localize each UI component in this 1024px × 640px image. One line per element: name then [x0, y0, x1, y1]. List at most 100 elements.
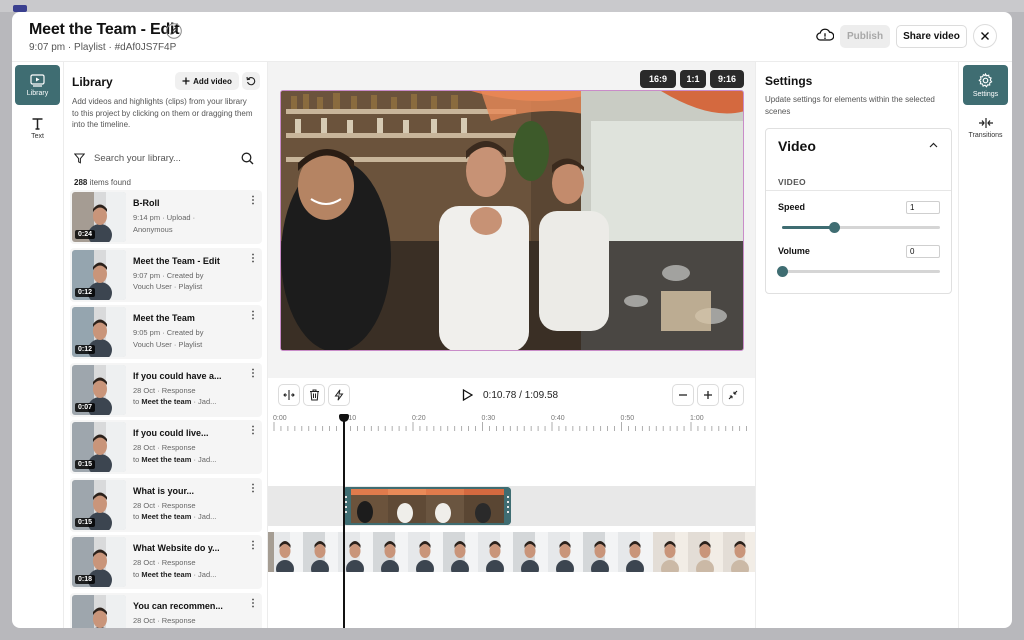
clip-duration: 0:12 [75, 345, 96, 354]
rail-item-transitions[interactable]: Transitions [963, 108, 1008, 148]
clip-project-link[interactable]: Meet the team [141, 455, 191, 464]
plus-icon [704, 391, 712, 399]
speed-input[interactable] [906, 201, 940, 214]
clip-filmstrip [343, 487, 511, 525]
library-panel: Library Add video Add videos and highlig… [64, 62, 268, 628]
filter-icon[interactable] [74, 153, 85, 164]
ruler-label: 0:20 [412, 415, 426, 422]
refresh-button[interactable] [242, 72, 260, 90]
more-options-icon[interactable]: ⋮ [248, 253, 258, 263]
clip-project-link[interactable]: Meet the team [141, 627, 191, 628]
library-clip-item[interactable]: 0:07 If you could have a... 28 Oct · Res… [70, 362, 262, 417]
clip-meta: 9:14 pm · Upload · Anonymous [133, 212, 237, 235]
speed-slider-fill [782, 226, 835, 229]
clip-project-link[interactable]: Meet the team [141, 512, 191, 521]
speed-slider-knob[interactable] [828, 222, 840, 233]
clip-meta: 9:05 pm · Created by Vouch User · Playlis… [133, 327, 237, 350]
clip-meta-line2: Vouch User · Playlist [133, 282, 203, 291]
rail-item-text[interactable]: Text [15, 108, 60, 148]
clip-title: What is your... [133, 485, 195, 496]
rail-label-text: Text [31, 132, 44, 140]
fit-button[interactable] [722, 384, 744, 406]
chevron-up-icon[interactable] [929, 142, 938, 148]
clip-project-link[interactable]: Meet the team [141, 397, 191, 406]
delete-button[interactable] [303, 384, 325, 406]
clip-thumbnail: 0:18 [72, 537, 126, 587]
more-options-icon[interactable]: ⋮ [248, 483, 258, 493]
clip-meta-line1: 9:05 pm · Created by [133, 328, 204, 337]
background-logo [13, 5, 27, 12]
more-options-icon[interactable]: ⋮ [248, 196, 258, 206]
clip-project-link[interactable]: Meet the team [141, 570, 191, 579]
clip-meta-line1: 28 Oct · Response [133, 615, 196, 625]
video-settings-card: Video VIDEO Speed Volume [765, 128, 952, 294]
library-clip-item[interactable]: 0:12 Meet the Team - Edit 9:07 pm · Crea… [70, 247, 262, 302]
clip-meta-line2: Vouch User · Playlist [133, 339, 203, 349]
more-options-icon[interactable]: ⋮ [248, 368, 258, 378]
library-clip-item[interactable]: 0:12 Meet the Team 9:05 pm · Created by V… [70, 305, 262, 359]
publish-button[interactable]: Publish [840, 25, 890, 48]
speed-label: Speed [778, 202, 806, 212]
split-button[interactable] [278, 384, 300, 406]
clip-title: Meet the Team [133, 313, 195, 323]
more-options-icon[interactable]: ⋮ [248, 311, 258, 321]
clip-meta-line1: 28 Oct · Response [133, 443, 196, 452]
play-icon[interactable] [462, 389, 473, 401]
video-track-filmstrip [268, 532, 755, 572]
items-count: 288 [74, 178, 88, 187]
more-options-icon[interactable]: ⋮ [248, 598, 258, 608]
clip-duration: 0:24 [75, 230, 96, 239]
library-clip-item[interactable]: 0:15 If you could live... 28 Oct · Respo… [70, 420, 262, 474]
clip-meta-suffix: · Jad... [191, 454, 217, 464]
clip-meta-suffix: · Jad... [191, 397, 217, 406]
library-clip-item[interactable]: 0:18 What Website do y... 28 Oct · Respo… [70, 535, 262, 589]
pencil-icon[interactable] [166, 23, 182, 39]
more-options-icon[interactable]: ⋮ [248, 426, 258, 436]
zoom-in-button[interactable] [697, 384, 719, 406]
clip-duration: 0:07 [75, 402, 96, 412]
clip-thumbnail: 0:07 [72, 364, 126, 415]
editor-modal: Meet the Team - Edit 9:07 pm · Playlist … [12, 12, 1012, 628]
volume-slider-knob[interactable] [776, 266, 788, 277]
close-button[interactable] [973, 24, 997, 48]
share-video-button[interactable]: Share video [896, 25, 967, 48]
clip-duration: 0:18 [75, 575, 96, 584]
volume-slider[interactable] [776, 266, 940, 277]
clip-title: B-Roll [133, 198, 160, 208]
modal-header: Meet the Team - Edit 9:07 pm · Playlist … [12, 12, 1012, 62]
rail-label-settings: Settings [972, 90, 999, 98]
main-video-track[interactable] [268, 532, 755, 572]
library-clip-item[interactable]: You can recommen... 28 Oct · Responseto … [70, 592, 262, 628]
rail-item-settings[interactable]: Settings [963, 65, 1008, 105]
clip-meta: 28 Oct · Responseto Meet the team · Jad.… [133, 385, 237, 408]
scene-track[interactable] [268, 486, 755, 526]
background-app-bar [0, 0, 1024, 12]
cloud-warning-icon[interactable] [816, 27, 835, 43]
playhead[interactable] [343, 418, 345, 628]
add-video-label: Add video [193, 76, 232, 86]
aspect-9-16-button[interactable]: 9:16 [710, 70, 744, 88]
settings-panel: Settings Update settings for elements wi… [755, 62, 959, 628]
magic-button[interactable] [328, 384, 350, 406]
page-title: Meet the Team - Edit [29, 21, 180, 38]
zoom-out-button[interactable] [672, 384, 694, 406]
volume-input[interactable] [906, 245, 940, 258]
aspect-1-1-button[interactable]: 1:1 [680, 70, 706, 88]
library-clip-item[interactable]: 0:15 What is your... 28 Oct · Response to… [70, 477, 262, 532]
library-clip-item[interactable]: 0:24 B-Roll 9:14 pm · Upload · Anonymous … [70, 190, 262, 244]
speed-slider[interactable] [782, 222, 940, 233]
clip-meta-suffix: · Jad... [191, 569, 217, 579]
clip-meta-line1: 28 Oct · Response [133, 500, 196, 510]
more-options-icon[interactable]: ⋮ [248, 541, 258, 551]
video-preview[interactable] [280, 90, 744, 351]
clip-meta: 28 Oct · Responseto Meet the team · Jad.… [133, 557, 237, 580]
aspect-16-9-button[interactable]: 16:9 [640, 70, 676, 88]
clip-thumbnail: 0:12 [72, 249, 126, 300]
search-input[interactable] [94, 148, 234, 168]
timeline-clip-broll[interactable] [343, 487, 511, 525]
clip-title: You can recommen... [133, 600, 223, 611]
rail-item-library[interactable]: Library [15, 65, 60, 105]
preview-area: 16:9 1:1 9:16 [268, 62, 755, 378]
add-video-button[interactable]: Add video [175, 72, 239, 90]
search-icon[interactable] [241, 152, 254, 165]
